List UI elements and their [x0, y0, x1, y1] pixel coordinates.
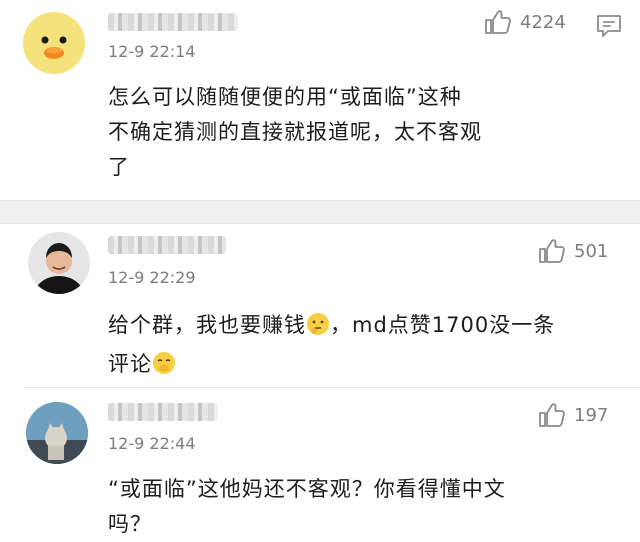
comment-time: 12-9 22:44 [108, 434, 196, 453]
avatar[interactable] [23, 12, 85, 74]
duck-avatar-icon [23, 12, 85, 74]
comment-text-line: 吗？ [108, 512, 152, 536]
comment-text-line: 怎么可以随随便便的用“或面临”这种 [108, 85, 462, 109]
comment-text: “或面临”这他妈还不客观？你看得懂中文 吗？ [108, 472, 628, 542]
section-divider [0, 200, 640, 224]
username-blurred[interactable] [108, 403, 218, 421]
like-button[interactable]: 501 [538, 238, 608, 264]
comment-text-line: 评论 [108, 347, 628, 386]
comment-text-segment: ，md点赞1700没一条 [330, 313, 556, 337]
like-count: 501 [574, 240, 609, 262]
like-button[interactable]: 197 [538, 402, 608, 428]
thinking-emoji [306, 312, 330, 347]
person-avatar-icon [28, 232, 90, 294]
avatar[interactable] [28, 232, 90, 294]
comment-time: 12-9 22:14 [108, 42, 196, 61]
like-count: 197 [574, 404, 609, 426]
comment-item: 12-9 22:44 197 “或面临”这他妈还不客观？你看得懂中文 吗？ [0, 388, 640, 539]
thumbs-up-icon [538, 238, 566, 264]
comment-time: 12-9 22:29 [108, 268, 196, 287]
thumbs-up-icon [484, 9, 512, 35]
comment-text-line: 给个群，我也要赚钱 ，md点赞1700没一条 [108, 308, 628, 347]
comment-text-line: 不确定猜测的直接就报道呢，太不客观 [108, 120, 482, 144]
comment-text-segment: 评论 [108, 352, 152, 376]
username-blurred[interactable] [108, 13, 238, 31]
username-blurred[interactable] [108, 236, 226, 254]
chat-bubble-icon[interactable] [596, 14, 622, 42]
comment-item: 12-9 22:29 501 给个群，我也要赚钱 ，md点赞1700没一条 评论 [0, 224, 640, 387]
comment-text-line: 了 [108, 155, 130, 179]
avatar[interactable] [26, 402, 88, 464]
like-count: 4224 [520, 11, 566, 33]
comment-item: 12-9 22:14 4224 怎么可以随随便便的用“或面临”这种 不确定猜测的… [0, 0, 640, 200]
covering-mouth-emoji [152, 351, 176, 386]
comment-text-line: “或面临”这他妈还不客观？你看得懂中文 [108, 477, 506, 501]
comment-text-segment: 给个群，我也要赚钱 [108, 313, 306, 337]
comment-text: 给个群，我也要赚钱 ，md点赞1700没一条 评论 [108, 308, 628, 386]
comment-text: 怎么可以随随便便的用“或面临”这种 不确定猜测的直接就报道呢，太不客观 了 [108, 80, 628, 185]
cat-avatar-icon [26, 402, 88, 464]
thumbs-up-icon [538, 402, 566, 428]
like-button[interactable]: 4224 [484, 9, 566, 35]
